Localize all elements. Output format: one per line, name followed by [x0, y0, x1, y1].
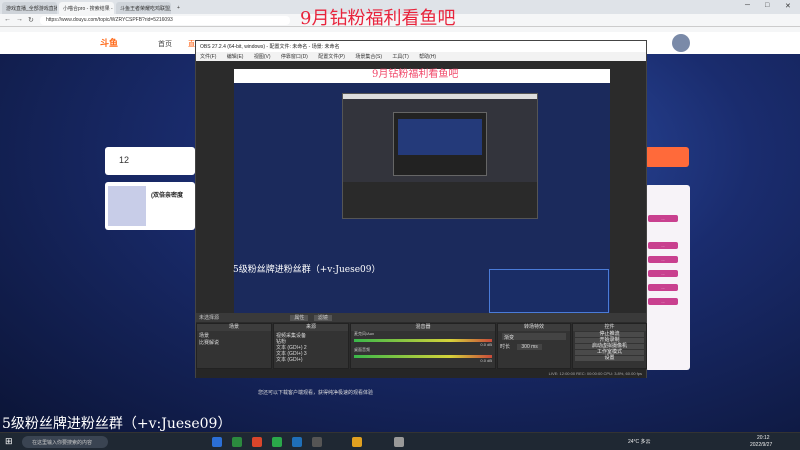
chat-badge[interactable]: ... — [648, 284, 678, 291]
transition-duration[interactable]: 时长 300 ms — [498, 342, 570, 350]
obs-menubar: 文件(F) 编辑(E) 视图(V) 停靠窗口(D) 配置文件(P) 场景集合(S… — [196, 52, 646, 61]
obs-title: OBS 27.2.4 (64-bit, windows) - 配置文件: 未命名… — [196, 41, 646, 52]
browser-tab[interactable]: 游戏直播_全部游戏直播_斗鱼直 — [2, 2, 57, 14]
obs-preview-fan-text: 5级粉丝牌进粉丝群（+v:Juese09） — [233, 265, 381, 275]
obs-statusbar: LIVE: 12:00:00 REC: 00:00:00 CPU: 3.8%, … — [196, 369, 646, 378]
chat-badge[interactable]: ... — [648, 298, 678, 305]
streamer-avatar[interactable] — [108, 186, 146, 226]
transition-select[interactable]: 渐变 — [502, 333, 566, 341]
room-info-card: (双倍亲密度 — [105, 182, 195, 230]
preview-selection-box — [489, 269, 609, 313]
taskbar-app-icon[interactable] — [394, 437, 404, 447]
menu-help[interactable]: 帮助(H) — [419, 54, 436, 60]
mixer-channel-name: 麦克风/Aux — [354, 331, 375, 336]
top-overlay-text: 9月钻粉福利看鱼吧 — [300, 8, 456, 29]
duration-label: 时长 — [500, 344, 511, 350]
taskbar: ⊞ 在这里输入你要搜索的内容 24°C 多云 20:12 2022/9/27 — [0, 432, 800, 450]
nav-home[interactable]: 首页 — [158, 39, 172, 49]
clock-date[interactable]: 2022/9/27 — [750, 442, 772, 448]
nested-obs-capture — [342, 93, 538, 219]
menu-tools[interactable]: 工具(T) — [392, 54, 408, 60]
nested-preview-inner — [398, 119, 482, 155]
scenes-dock-title: 场景 — [197, 324, 271, 331]
browser-tab[interactable]: 小喵合pro - 搜索结果 - 斗鱼直 — [59, 2, 114, 14]
follow-count: 12 — [119, 155, 130, 165]
taskbar-app-icon[interactable] — [272, 437, 282, 447]
start-icon[interactable]: ⊞ — [5, 436, 13, 447]
taskbar-app-icon[interactable] — [212, 437, 222, 447]
filters-button[interactable]: 滤镜 — [313, 315, 332, 321]
menu-edit[interactable]: 编辑(E) — [227, 54, 244, 60]
browser-tab[interactable]: 斗鱼王者荣耀吃鸡联盟_斗鱼直 — [116, 2, 171, 14]
close-icon[interactable]: ✕ — [785, 2, 791, 10]
room-stats-card: 12 — [105, 147, 195, 175]
channel-db: 0.0 dB — [480, 358, 492, 363]
preview-overlay-text: 9月钻粉福利看鱼吧 — [372, 69, 459, 80]
chat-badge[interactable]: ... — [648, 256, 678, 263]
obs-preview[interactable] — [234, 69, 610, 313]
controls-dock-title: 控件 — [573, 324, 646, 331]
avatar[interactable] — [672, 34, 690, 52]
taskbar-app-icon[interactable] — [292, 437, 302, 447]
taskbar-app-icon[interactable] — [232, 437, 242, 447]
obs-window: OBS 27.2.4 (64-bit, windows) - 配置文件: 未命名… — [195, 40, 647, 378]
taskbar-app-icon[interactable] — [312, 437, 322, 447]
forward-icon[interactable]: → — [16, 16, 23, 23]
taskbar-search[interactable]: 在这里输入你要搜索的内容 — [22, 436, 108, 448]
transitions-dock: 转场特效 渐变 时长 300 ms — [497, 323, 571, 369]
sources-dock: 来源 视频采集设备 钻粉 文本 (GDI+) 2 文本 (GDI+) 3 文本 … — [273, 323, 349, 369]
properties-button[interactable]: 属性 — [290, 315, 309, 321]
taskbar-app-icon[interactable] — [252, 437, 262, 447]
scenes-dock: 场景 场景 比赛解说 — [196, 323, 272, 369]
minimize-icon[interactable]: ─ — [745, 2, 750, 9]
nested-docks — [343, 182, 537, 218]
duration-value[interactable]: 300 ms — [517, 344, 542, 350]
mixer-channel-name: 桌面音频 — [354, 347, 370, 352]
url-field[interactable]: https://www.douyu.com/topic/WZRYCSPFB?ri… — [40, 16, 290, 25]
back-icon[interactable]: ← — [4, 16, 11, 23]
transitions-dock-title: 转场特效 — [498, 324, 570, 331]
refresh-icon[interactable]: ↻ — [28, 16, 34, 24]
clock-time[interactable]: 20:12 — [757, 435, 770, 441]
menu-scene-collection[interactable]: 场景集合(S) — [355, 54, 382, 60]
bottom-left-overlay-text: 5级粉丝牌进粉丝群（+v:Juese09） — [2, 416, 232, 432]
controls-dock: 控件 停止推流 开始录制 启动虚拟摄像机 工作室模式 设置 — [572, 323, 647, 369]
mixer-dock-title: 混音器 — [351, 324, 495, 331]
chat-panel — [645, 185, 690, 370]
menu-docks[interactable]: 停靠窗口(D) — [281, 54, 308, 60]
douyu-logo[interactable]: 斗鱼 — [100, 36, 118, 49]
new-tab-button[interactable]: + — [173, 2, 183, 14]
taskbar-app-icon[interactable] — [352, 437, 362, 447]
download-client-hint: 您还可以下载客户端观看，获得纯净极速的观看体验 — [258, 390, 374, 396]
nested-preview — [393, 112, 487, 176]
screen: { "browser": { "tabs": ["游戏直播_全部游戏直播_斗鱼直… — [0, 0, 800, 450]
scene-item[interactable]: 场景 — [197, 331, 271, 339]
sources-dock-title: 来源 — [274, 324, 348, 331]
menu-file[interactable]: 文件(F) — [200, 54, 216, 60]
room-title: (双倍亲密度 — [151, 193, 183, 199]
weather-widget[interactable]: 24°C 多云 — [628, 438, 651, 445]
pc-client-banner[interactable] — [645, 147, 689, 167]
source-item[interactable]: 文本 (GDI+) — [274, 355, 348, 363]
no-source-selected-label: 未选择源 — [199, 315, 220, 321]
scene-item[interactable]: 比赛解说 — [197, 338, 271, 346]
settings-button[interactable]: 设置 — [575, 356, 644, 361]
source-toolbar: 未选择源 属性 滤镜 — [196, 313, 646, 322]
menu-profile[interactable]: 配置文件(P) — [318, 54, 345, 60]
maximize-icon[interactable]: □ — [765, 2, 769, 9]
mixer-dock: 混音器 麦克风/Aux 0.0 dB 桌面音频 0.0 dB — [350, 323, 496, 369]
chat-badge[interactable]: ... — [648, 242, 678, 249]
chat-badge[interactable]: ... — [648, 270, 678, 277]
chat-badge[interactable]: ... — [648, 215, 678, 222]
menu-view[interactable]: 视图(V) — [254, 54, 271, 60]
nested-titlebar — [343, 94, 537, 99]
